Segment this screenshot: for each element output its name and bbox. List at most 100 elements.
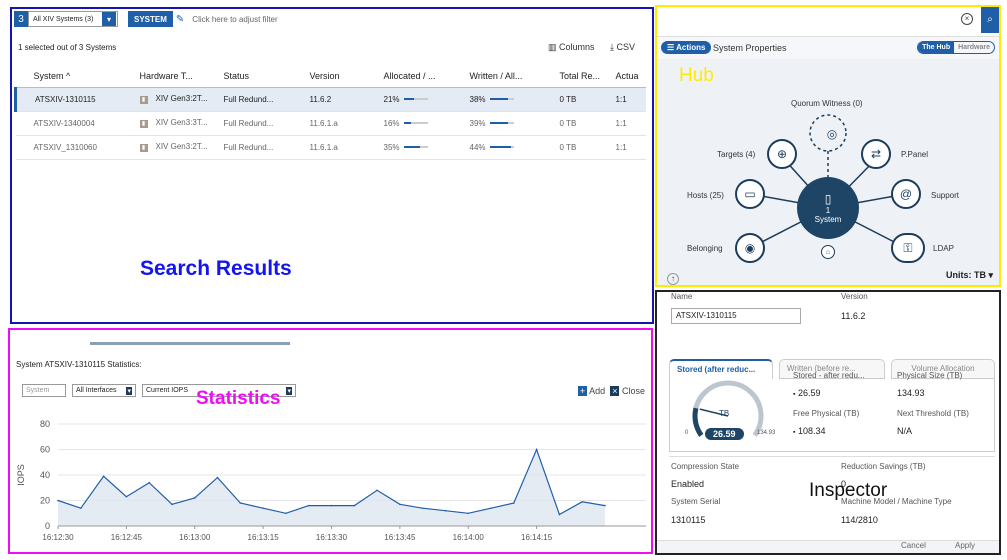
table-row[interactable]: ATSXIV-1340004 ▮ XIV Gen3:3T... Full Redund… [15, 111, 646, 136]
hardware-cell: ▮ XIV Gen3:3T... [123, 111, 208, 136]
close-icon[interactable]: × [610, 386, 620, 396]
system-node-label: System [814, 215, 842, 224]
home-icon[interactable]: ⌂ [821, 245, 835, 259]
allocated-cell-text: 21% [383, 94, 400, 104]
stored-number: 26.59 [798, 388, 821, 398]
quorum-witness-icon[interactable]: ◎ [817, 119, 847, 149]
written-cell-text: 39% [469, 118, 486, 128]
name-field[interactable]: ATSXIV-1310115 [671, 308, 801, 324]
y-axis-label: IOPS [16, 464, 26, 486]
data-point [193, 497, 196, 499]
hub-toolbar: ☰ Actions System Properties The Hub Hard… [657, 37, 999, 59]
column-header[interactable]: Total Re... [543, 65, 606, 88]
hub-diagram: ◎ Quorum Witness (0) ⊕ Targets (4) ⇄ P.P… [657, 59, 999, 285]
actual-cell: 1:1 [605, 111, 646, 136]
column-header[interactable]: Version [293, 65, 368, 88]
host-icon[interactable]: ▭ [735, 179, 765, 209]
data-point [604, 504, 606, 507]
view-toggle[interactable]: The Hub Hardware [917, 41, 995, 54]
actions-label: Actions [676, 43, 706, 52]
data-point [57, 499, 59, 502]
x-tick-label: 16:14:00 [453, 533, 485, 542]
statistics-title: System ATSXIV-1310115 Statistics: [16, 360, 142, 369]
close-button[interactable]: Close [622, 386, 645, 396]
belonging-label: Belonging [687, 244, 723, 253]
column-header[interactable]: Allocated / ... [367, 65, 454, 88]
systems-table: System ^ Hardware T... Status Version Al… [14, 65, 646, 160]
gauge-value: 26.59 [705, 428, 744, 440]
usage-bar [403, 98, 428, 101]
actual-cell-text: 1:1 [615, 142, 627, 152]
actions-button[interactable]: ☰ Actions [661, 41, 712, 54]
usage-bar [489, 122, 514, 125]
system-hub-node[interactable]: ▯ 1 System [797, 177, 859, 239]
usage-bar [489, 146, 514, 149]
chevron-down-icon[interactable]: ▾ [102, 12, 116, 26]
hardware-cell-text: XIV Gen3:2T... [155, 142, 208, 151]
units-label: Units: TB [945, 270, 986, 280]
next-threshold-label: Next Threshold (TB) [897, 409, 969, 418]
filter-hint[interactable]: Click here to adjust filter [192, 15, 277, 24]
belonging-icon[interactable]: ◉ [735, 233, 765, 263]
system-button[interactable]: SYSTEM [128, 11, 173, 27]
column-header[interactable]: Hardware T... [123, 65, 208, 88]
data-point [171, 503, 173, 506]
column-header[interactable]: System ^ [15, 65, 124, 88]
compression-label: Compression State [671, 462, 740, 471]
collapse-icon[interactable]: ↑ [667, 273, 679, 285]
ldap-icon[interactable]: ⚿ [891, 233, 925, 263]
data-point [262, 507, 264, 509]
search-results-label: Search Results [140, 257, 292, 280]
clear-icon[interactable]: × [961, 13, 973, 25]
interfaces-select[interactable]: All Interfaces ▾ [72, 384, 136, 397]
toggle-hub[interactable]: The Hub [918, 42, 955, 53]
column-header[interactable]: Actua [605, 65, 646, 88]
apply-button[interactable]: Apply [947, 538, 983, 553]
search-icon[interactable]: ⌕ [981, 7, 999, 33]
iops-chart: 0 20 40 60 80 IOPS 16:12:30 16:12:45 16:13:00 16:… [16, 419, 646, 542]
x-tick-label: 16:13:45 [384, 533, 416, 542]
status-cell-text: Full Redund... [223, 118, 274, 128]
data-point [239, 502, 242, 504]
version-cell-text: 11.6.1.a [309, 142, 338, 152]
version-value: 11.6.2 [841, 311, 866, 321]
allocated-cell: 35% [367, 135, 454, 160]
csv-button[interactable]: ⤓ CSV [610, 42, 635, 53]
data-point [490, 507, 492, 509]
pencil-icon[interactable]: ✎ [176, 14, 184, 25]
written-cell-text: 38% [469, 94, 486, 104]
x-tick-label: 16:12:30 [42, 533, 74, 542]
data-point [513, 502, 515, 504]
written-cell: 44% [453, 135, 544, 160]
usage-bar [403, 122, 428, 125]
hardware-cell-text: XIV Gen3:3T... [155, 118, 208, 127]
total-cell: 0 TB [543, 111, 606, 136]
resize-handle[interactable] [90, 342, 290, 345]
columns-button[interactable]: ▥ Columns [548, 42, 595, 53]
units-select[interactable]: Units: TB ▾ [946, 270, 993, 281]
support-icon[interactable]: @ [891, 179, 921, 209]
system-cell-text: ATSXIV-1340004 [33, 118, 95, 128]
add-button[interactable]: Add [589, 386, 605, 396]
target-icon[interactable]: ⊕ [767, 139, 797, 169]
ldap-label: LDAP [933, 244, 954, 253]
system-cell-text: ATSXIV-1310115 [35, 94, 96, 104]
data-point [79, 507, 82, 509]
data-point [376, 489, 378, 492]
gauge-max: 134.93 [757, 430, 776, 436]
data-point [421, 507, 424, 509]
hub-search-bar[interactable]: × ⌕ [657, 7, 999, 37]
column-header[interactable]: Written / All... [453, 65, 544, 88]
system-cell: ATSXIV_1310060 [15, 135, 124, 160]
add-icon[interactable]: + [577, 386, 588, 396]
table-row[interactable]: ATSXIV_1310060 ▮ XIV Gen3:2T... Full Redund… [15, 135, 646, 160]
data-point [444, 509, 447, 512]
column-header[interactable]: Status [207, 65, 294, 88]
system-select[interactable]: System [22, 384, 66, 397]
table-row[interactable]: ATSXIV-1310115 ▮ XIV Gen3:2T... Full Redund… [14, 87, 646, 112]
hardware-icon: ▮ [139, 120, 148, 128]
toggle-hardware[interactable]: Hardware [954, 42, 994, 53]
system-properties-link[interactable]: System Properties [713, 43, 787, 53]
cancel-button[interactable]: Cancel [893, 538, 934, 553]
transfer-icon[interactable]: ⇄ [861, 139, 891, 169]
